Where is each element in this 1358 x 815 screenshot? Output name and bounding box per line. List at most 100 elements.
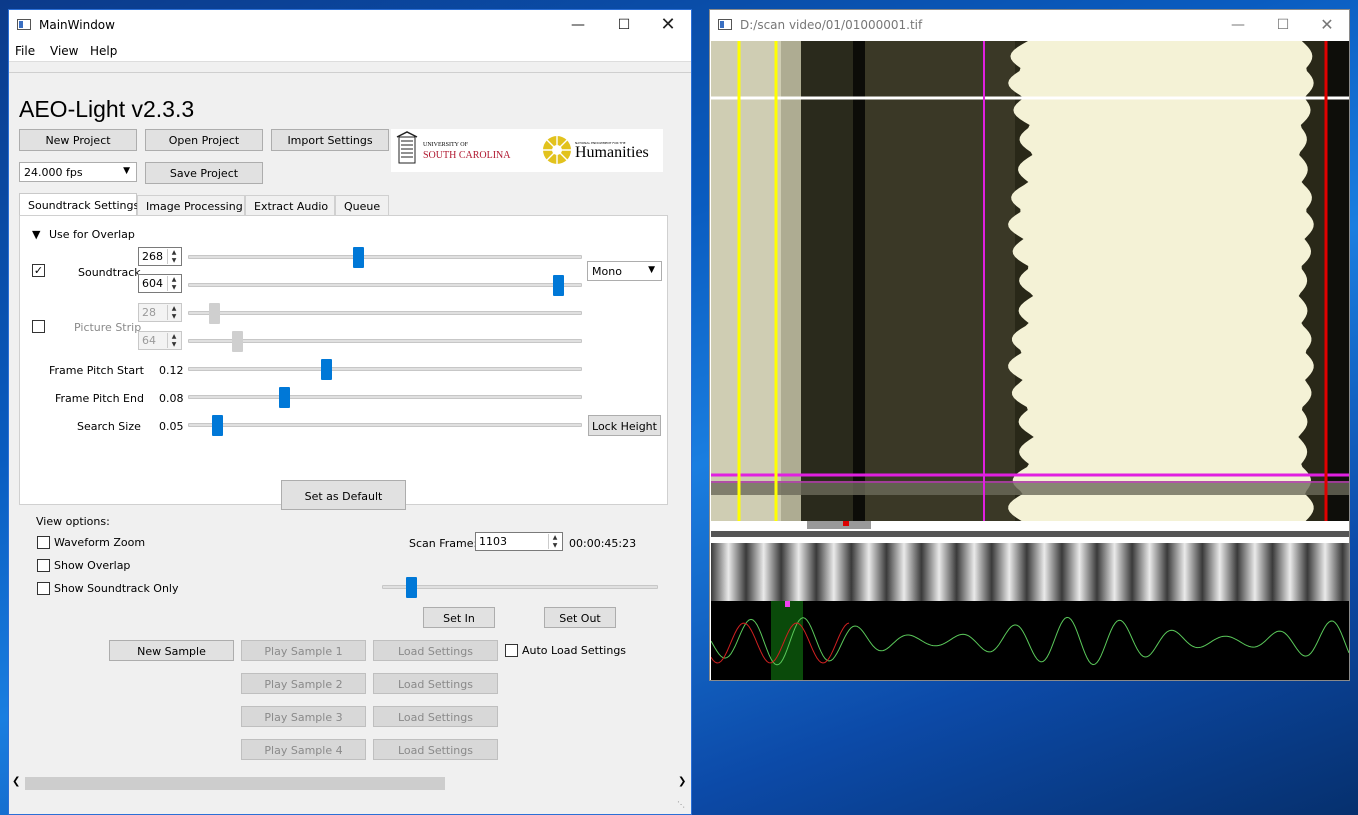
current-frame-marker	[771, 601, 803, 680]
spin-arrows-icon[interactable]: ▲ ▼	[167, 276, 180, 291]
show-soundtrack-only-label[interactable]: Show Soundtrack Only	[54, 582, 179, 595]
variable-area-track	[1008, 41, 1314, 521]
set-in-button[interactable]: Set In	[423, 607, 495, 628]
load-settings-3-button[interactable]: Load Settings	[373, 706, 498, 727]
timecode: 00:00:45:23	[569, 537, 637, 550]
scrollbar-thumb[interactable]	[25, 777, 445, 790]
show-overlap-label[interactable]: Show Overlap	[54, 559, 130, 572]
main-window: MainWindow — ☐ ✕ File View Help AEO-Ligh…	[8, 9, 692, 815]
load-settings-1-button[interactable]: Load Settings	[373, 640, 498, 661]
play-sample-1-button[interactable]: Play Sample 1	[241, 640, 366, 661]
frame-pitch-start-value: 0.12	[159, 364, 184, 377]
open-project-button[interactable]: Open Project	[145, 129, 263, 151]
picture-start-slider[interactable]	[188, 303, 582, 324]
slider-handle[interactable]	[405, 577, 417, 598]
picture-end-slider[interactable]	[188, 331, 582, 352]
play-sample-3-button[interactable]: Play Sample 3	[241, 706, 366, 727]
show-soundtrack-only-checkbox[interactable]	[37, 582, 50, 595]
scroll-right-icon[interactable]: ❯	[678, 776, 686, 787]
scroll-left-icon[interactable]: ❮	[12, 776, 20, 787]
tab-image-processing[interactable]: Image Processing	[137, 195, 245, 216]
scan-frame-value: 1103	[479, 535, 507, 548]
maximize-icon[interactable]: ☐	[1260, 10, 1306, 40]
horizontal-scrollbar[interactable]: ❮ ❯	[9, 775, 691, 792]
picture-start-value: 28	[142, 306, 156, 319]
play-sample-4-button[interactable]: Play Sample 4	[241, 739, 366, 760]
slider-handle[interactable]	[352, 247, 364, 268]
frame-pitch-start-label: Frame Pitch Start	[49, 364, 144, 377]
scan-frame-spinbox[interactable]: 1103 ▲ ▼	[475, 532, 563, 551]
tab-extract-audio[interactable]: Extract Audio	[245, 195, 335, 216]
maximize-icon[interactable]: ☐	[601, 10, 647, 40]
waveform-zoom-label[interactable]: Waveform Zoom	[54, 536, 145, 549]
soundtrack-label: Soundtrack	[78, 266, 141, 279]
spin-arrows-icon[interactable]: ▲ ▼	[167, 249, 180, 264]
new-project-button[interactable]: New Project	[19, 129, 137, 151]
auto-load-settings-checkbox[interactable]	[505, 644, 518, 657]
search-size-slider[interactable]	[188, 415, 582, 436]
save-project-button[interactable]: Save Project	[145, 162, 263, 184]
set-as-default-button[interactable]: Set as Default	[281, 480, 406, 510]
close-icon[interactable]: ✕	[1304, 10, 1350, 40]
app-icon	[718, 19, 732, 30]
frame-pitch-end-label: Frame Pitch End	[55, 392, 144, 405]
minimize-icon[interactable]: —	[555, 10, 601, 40]
auto-load-settings-label[interactable]: Auto Load Settings	[522, 644, 626, 657]
scan-image-view[interactable]	[711, 41, 1349, 521]
waveform-plot	[711, 601, 1349, 680]
soundtrack-settings-panel: ▼ Use for Overlap ✓ Soundtrack 268 ▲ ▼ 60…	[19, 215, 668, 510]
set-out-button[interactable]: Set Out	[544, 607, 616, 628]
slider-handle[interactable]	[212, 415, 224, 436]
slider-handle[interactable]	[231, 331, 243, 352]
picture-end-spinbox[interactable]: 64 ▲ ▼	[138, 331, 182, 350]
resize-grip-icon[interactable]: ⋱	[677, 800, 685, 809]
soundtrack-end-slider[interactable]	[188, 275, 582, 296]
overlap-strip-image	[711, 521, 1349, 601]
minimize-icon[interactable]: —	[1215, 10, 1261, 40]
collapse-triangle-icon[interactable]: ▼	[32, 228, 40, 241]
fps-select[interactable]: 24.000 fps ▼	[19, 162, 137, 182]
picture-start-spinbox[interactable]: 28 ▲ ▼	[138, 303, 182, 322]
frame-pitch-end-value: 0.08	[159, 392, 184, 405]
waveform-view[interactable]	[711, 601, 1349, 680]
tab-queue[interactable]: Queue	[335, 195, 389, 216]
image-window-title: D:/scan video/01/01000001.tif	[740, 18, 923, 32]
show-overlap-checkbox[interactable]	[37, 559, 50, 572]
play-sample-2-button[interactable]: Play Sample 2	[241, 673, 366, 694]
menu-view[interactable]: View	[50, 44, 78, 58]
menu-file[interactable]: File	[15, 44, 35, 58]
use-for-overlap-label[interactable]: Use for Overlap	[49, 228, 135, 241]
slider-handle[interactable]	[553, 275, 565, 296]
image-window-titlebar[interactable]: D:/scan video/01/01000001.tif — ☐ ✕	[710, 10, 1349, 40]
waveform-green-line	[711, 616, 1349, 666]
lock-height-button[interactable]: Lock Height	[588, 415, 661, 436]
picture-end-value: 64	[142, 334, 156, 347]
new-sample-button[interactable]: New Sample	[109, 640, 234, 661]
frame-pitch-end-slider[interactable]	[188, 387, 582, 408]
waveform-zoom-checkbox[interactable]	[37, 536, 50, 549]
app-title: AEO-Light v2.3.3	[19, 96, 195, 122]
soundtrack-start-spinbox[interactable]: 268 ▲ ▼	[138, 247, 182, 266]
soundtrack-end-value: 604	[142, 277, 163, 290]
soundtrack-checkbox[interactable]: ✓	[32, 264, 45, 277]
main-window-titlebar[interactable]: MainWindow — ☐ ✕	[9, 10, 691, 40]
load-settings-4-button[interactable]: Load Settings	[373, 739, 498, 760]
picture-strip-checkbox[interactable]	[32, 320, 45, 333]
slider-handle[interactable]	[279, 387, 290, 408]
soundtrack-end-spinbox[interactable]: 604 ▲ ▼	[138, 274, 182, 293]
import-settings-button[interactable]: Import Settings	[271, 129, 389, 151]
channel-mode-select[interactable]: Mono ▼	[587, 261, 662, 281]
close-icon[interactable]: ✕	[645, 10, 691, 40]
slider-handle[interactable]	[321, 359, 333, 380]
spin-arrows-icon[interactable]: ▲ ▼	[548, 534, 561, 549]
scan-frame-slider[interactable]	[382, 577, 658, 598]
tab-soundtrack-settings[interactable]: Soundtrack Settings	[19, 193, 139, 215]
soundtrack-start-slider[interactable]	[188, 247, 582, 268]
menu-help[interactable]: Help	[90, 44, 117, 58]
frame-pitch-start-slider[interactable]	[188, 359, 582, 380]
spin-arrows-icon[interactable]: ▲ ▼	[167, 333, 180, 348]
spin-arrows-icon[interactable]: ▲ ▼	[167, 305, 180, 320]
slider-handle[interactable]	[208, 303, 220, 324]
menu-bar: File View Help	[9, 40, 691, 62]
load-settings-2-button[interactable]: Load Settings	[373, 673, 498, 694]
